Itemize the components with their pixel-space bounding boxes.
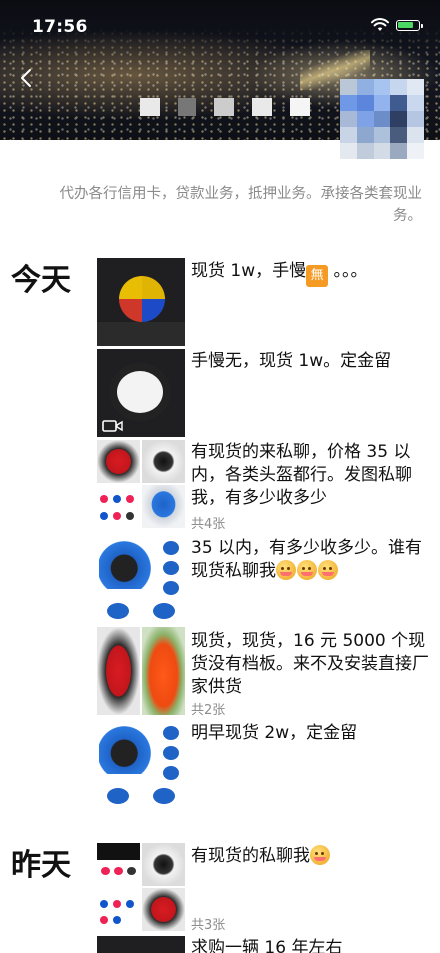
image-count: 共4张: [191, 517, 226, 532]
emoji-icon: [310, 845, 330, 865]
post-image[interactable]: [97, 936, 185, 953]
post-image[interactable]: [97, 440, 140, 483]
post-image[interactable]: [142, 843, 185, 886]
post-image[interactable]: [97, 258, 185, 346]
user-name-redacted: [140, 98, 310, 116]
wu-badge: 無: [306, 265, 329, 287]
post-video-thumbnail[interactable]: [97, 349, 185, 437]
video-icon: [102, 420, 123, 432]
post-text[interactable]: 现货 1w，手慢無 。。。: [191, 260, 429, 287]
post-image[interactable]: [142, 485, 185, 528]
post-image[interactable]: [97, 627, 140, 715]
back-icon[interactable]: [16, 66, 38, 90]
emoji-icon: [297, 560, 317, 580]
post-image[interactable]: [97, 843, 140, 886]
post-text[interactable]: 35 以内，有多少收多少。谁有现货私聊我: [191, 537, 429, 583]
wifi-icon: [371, 18, 389, 31]
post-image[interactable]: [142, 627, 185, 715]
emoji-icon: [318, 560, 338, 580]
day-label-yesterday: 昨天: [11, 848, 71, 883]
status-time: 17:56: [32, 17, 88, 37]
post-image[interactable]: [97, 485, 140, 528]
post-image[interactable]: [97, 720, 185, 808]
emoji-icon: [276, 560, 296, 580]
post-image[interactable]: [142, 440, 185, 483]
post-text[interactable]: 明早现货 2w，定金留: [191, 722, 429, 745]
image-count: 共3张: [191, 918, 226, 933]
post-text[interactable]: 求购一辆 16 年左右: [191, 937, 429, 953]
image-count: 共2张: [191, 703, 226, 718]
battery-icon: [396, 20, 423, 31]
post-text[interactable]: 有现货的私聊我: [191, 845, 429, 868]
post-text[interactable]: 现货，现货，16 元 5000 个现货没有档板。来不及安装直接厂家供货: [191, 630, 429, 699]
post-image[interactable]: [97, 888, 140, 931]
profile-signature: 代办各行信用卡，贷款业务，抵押业务。承接各类套现业务。: [59, 186, 423, 224]
post-image[interactable]: [97, 535, 185, 623]
avatar[interactable]: [340, 79, 424, 159]
day-label-today: 今天: [11, 263, 71, 298]
post-text[interactable]: 手慢无，现货 1w。定金留: [191, 350, 429, 373]
post-image[interactable]: [142, 888, 185, 931]
post-text[interactable]: 有现货的来私聊，价格 35 以内，各类头盔都行。发图私聊我，有多少收多少: [191, 441, 429, 510]
